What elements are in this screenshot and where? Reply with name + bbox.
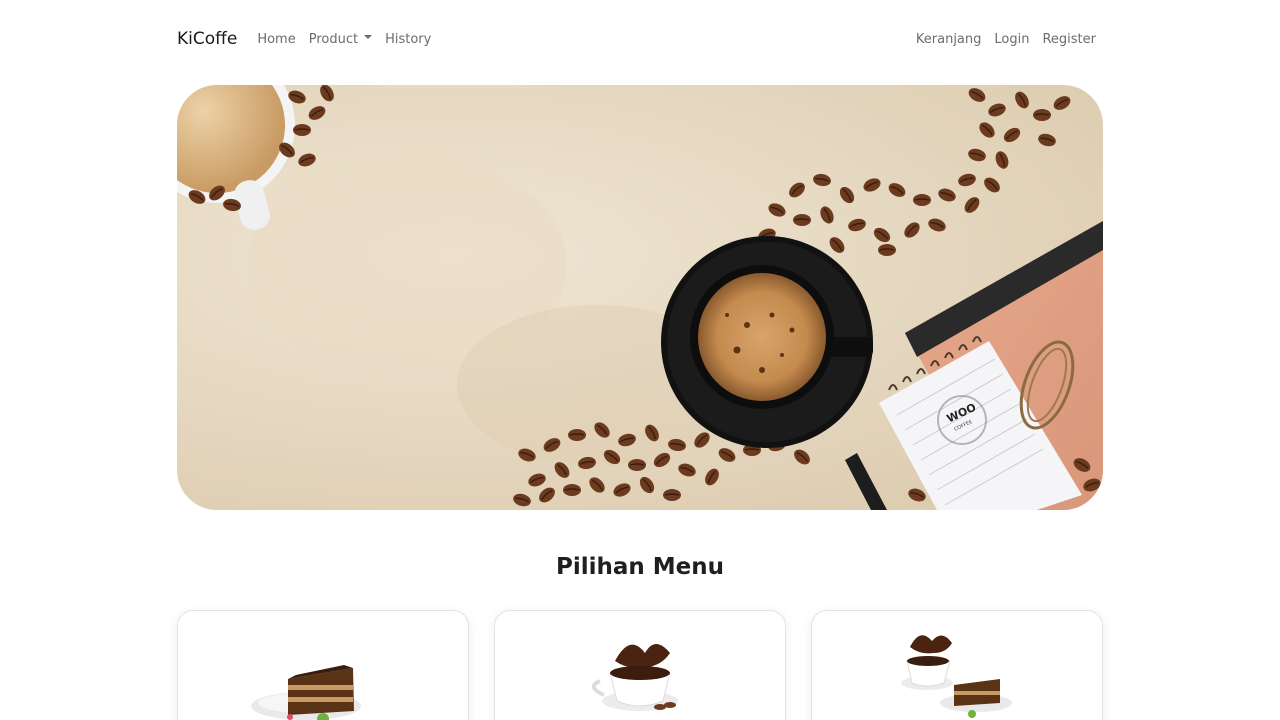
nav-product-dropdown[interactable]: Product: [308, 31, 373, 47]
coffee-beans-top-right: [755, 85, 1074, 257]
nav-register[interactable]: Register: [1042, 32, 1096, 47]
nav-home[interactable]: Home: [257, 32, 295, 47]
menu-cards: [177, 610, 1103, 720]
menu-card-cake[interactable]: [177, 610, 469, 720]
hero-illustration: WOO COFFEE: [177, 85, 1103, 510]
nav-login[interactable]: Login: [994, 32, 1029, 47]
brand-logo[interactable]: KiCoffe: [177, 29, 237, 49]
page-container: KiCoffe Home Product History Keranjang L…: [177, 0, 1103, 720]
menu-card-combo[interactable]: [811, 610, 1103, 720]
nav-left: Home Product History: [257, 32, 444, 47]
menu-card-coffee[interactable]: [494, 610, 786, 720]
nav-product-label: Product: [308, 31, 359, 47]
coffee-image: [592, 644, 678, 711]
coffee-cup-center: [661, 236, 873, 448]
nav-history[interactable]: History: [385, 32, 431, 47]
notebook-illustration: WOO COFFEE: [845, 221, 1103, 510]
coffee-and-cake-image: [901, 635, 1012, 718]
nav-cart[interactable]: Keranjang: [916, 32, 982, 47]
navbar: KiCoffe Home Product History Keranjang L…: [177, 0, 1103, 78]
cake-image: [251, 665, 361, 720]
chevron-down-icon: [364, 35, 373, 39]
menu-section-title: Pilihan Menu: [555, 554, 725, 580]
hero-banner: WOO COFFEE: [177, 85, 1103, 510]
nav-right: Keranjang Login Register: [903, 32, 1096, 47]
